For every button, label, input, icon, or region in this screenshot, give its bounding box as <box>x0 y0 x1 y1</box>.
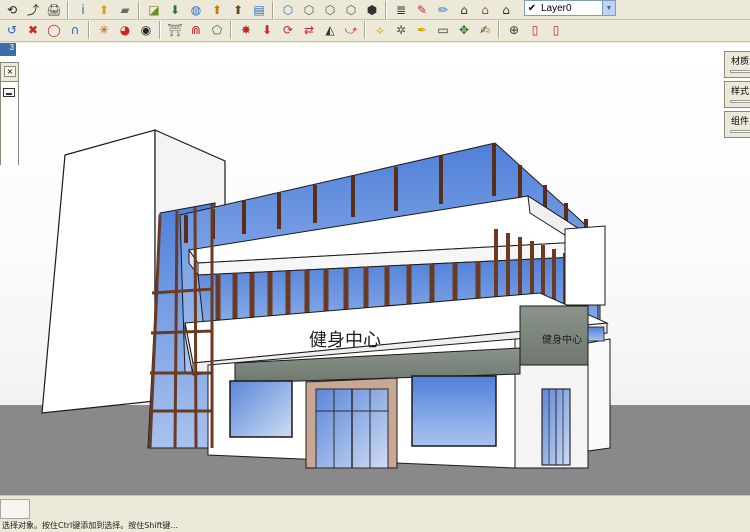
panel-tab[interactable]: 3 <box>0 43 16 56</box>
tray-tab-materials[interactable]: 材质 <box>724 51 750 78</box>
feather-icon[interactable]: ✒ <box>412 20 432 39</box>
layer-name: Layer0 <box>541 2 572 14</box>
house-icon[interactable]: ⌂ <box>454 0 474 19</box>
layer-dropdown[interactable]: ✔ Layer0 ▼ <box>524 0 616 16</box>
ellipse-icon[interactable]: ◯ <box>44 20 64 39</box>
pan-icon[interactable]: ⤴ <box>23 0 43 19</box>
move-down-icon[interactable]: ⬇ <box>165 0 185 19</box>
close-icon[interactable]: × <box>4 66 16 77</box>
tray-tab-label: 组件 <box>731 117 750 127</box>
arch-gate-icon[interactable]: ⛩ <box>165 20 185 39</box>
box-iso-icon[interactable]: ⬡ <box>278 0 298 19</box>
box-front-icon[interactable]: ⬡ <box>299 0 319 19</box>
tray-tab-bar <box>730 130 750 133</box>
rotate-arc-icon[interactable]: ↺ <box>2 20 22 39</box>
print-icon[interactable]: 🖨 <box>44 0 64 19</box>
chevron-down-icon[interactable]: ▼ <box>602 1 615 15</box>
layer-visible-check[interactable]: ✔ <box>525 3 539 14</box>
sparkle-icon[interactable]: ✲ <box>391 20 411 39</box>
follow-me-icon[interactable]: ✖ <box>23 20 43 39</box>
arch-icon[interactable]: ∩ <box>65 20 85 39</box>
paint-icon[interactable]: ▰ <box>115 0 135 19</box>
tray-tab-bar <box>730 100 750 103</box>
toolbar-separator <box>385 1 387 19</box>
cross-arrows-icon[interactable]: ✥ <box>454 20 474 39</box>
red-doc-icon[interactable]: ▯ <box>525 20 545 39</box>
box-back-icon[interactable]: ⬢ <box>362 0 382 19</box>
flip-icon[interactable]: ⇄ <box>299 20 319 39</box>
label-icon[interactable]: ▭ <box>433 20 453 39</box>
axes-icon[interactable]: ⟡ <box>370 20 390 39</box>
tray-tab-bar <box>730 70 750 73</box>
status-hint: 选择对象。按住Ctrl键添加到选择。按住Shift键... <box>2 521 179 530</box>
orbit-icon[interactable]: ⟲ <box>2 0 22 19</box>
building-sign-main: 健身中心 <box>309 330 381 351</box>
red-doc2-icon[interactable]: ▯ <box>546 20 566 39</box>
sphere-icon[interactable]: ◍ <box>186 0 206 19</box>
pencil-icon[interactable]: ✏ <box>433 0 453 19</box>
secondary-toolbar: ↺ ✖ ◯ ∩ ✳ ◕ ◉ ⛩ ⋒ ⬠ ✸ ⬇ ⟳ ⇄ ◭ ⤻ ⟡ ✲ ✒ ▭ ✥ ✍ ⊕ ▯ ▯ <box>0 20 750 42</box>
curl-icon[interactable]: ⤻ <box>341 20 361 39</box>
building-sign-side: 健身中心 <box>542 333 582 346</box>
toolbar-separator <box>230 21 232 39</box>
toolbar-separator <box>272 1 274 19</box>
star-red-icon[interactable]: ✸ <box>236 20 256 39</box>
export-icon[interactable]: ⬆ <box>94 0 114 19</box>
panel-icon <box>3 88 15 97</box>
main-toolbar: ⟲⤴🖨i⬆▰◪⬇◍⬆⬆▤⬡⬡⬡⬡⬢≣✎✏⌂⌂⌂⌂ <box>0 0 750 20</box>
toolbar-separator <box>67 1 69 19</box>
import-icon[interactable]: ⬆ <box>207 0 227 19</box>
magnet-icon[interactable]: ⋒ <box>186 20 206 39</box>
house-green-icon[interactable]: ⬠ <box>207 20 227 39</box>
status-bar: 选择对象。按住Ctrl键添加到选择。按住Shift键... <box>0 495 750 532</box>
tray-tab-styles[interactable]: 样式 <box>724 81 750 108</box>
toolbar-separator <box>138 1 140 19</box>
snowflake-icon[interactable]: ✳ <box>94 20 114 39</box>
tray-tab-components[interactable]: 组件 <box>724 111 750 138</box>
share-icon[interactable]: ⬆ <box>228 0 248 19</box>
stack-icon[interactable]: ▤ <box>249 0 269 19</box>
floating-panel[interactable]: × <box>0 62 19 165</box>
wheel-icon[interactable]: ◉ <box>136 20 156 39</box>
pen-tool-icon[interactable]: ✍ <box>475 20 495 39</box>
status-field <box>0 499 30 519</box>
toolbar-separator <box>498 21 500 39</box>
tray-tab-label: 样式 <box>731 87 750 97</box>
mirror-icon[interactable]: ◭ <box>320 20 340 39</box>
cycle-icon[interactable]: ⟳ <box>278 20 298 39</box>
push-pull-icon[interactable]: ⬇ <box>257 20 277 39</box>
info-icon[interactable]: i <box>73 0 93 19</box>
house-tall-icon[interactable]: ⌂ <box>475 0 495 19</box>
box-right-icon[interactable]: ⬡ <box>341 0 361 19</box>
panel-body <box>1 81 18 165</box>
sketchup-window: ⟲⤴🖨i⬆▰◪⬇◍⬆⬆▤⬡⬡⬡⬡⬢≣✎✏⌂⌂⌂⌂ ↺✖◯∩✳◕◉⛩⋒⬠✸⬇⟳⇄◭… <box>0 0 750 532</box>
tray-tab-label: 材质 <box>731 57 750 67</box>
modeling-viewport[interactable]: 健身中心 健身中心 × 材质 样式 组件 <box>0 43 750 495</box>
red-brush-icon[interactable]: ✎ <box>412 0 432 19</box>
toolbar-separator <box>88 21 90 39</box>
component-icon[interactable]: ◪ <box>144 0 164 19</box>
building-model[interactable]: 健身中心 健身中心 <box>0 43 750 495</box>
toolbar-separator <box>159 21 161 39</box>
box-top-icon[interactable]: ⬡ <box>320 0 340 19</box>
pie-icon[interactable]: ◕ <box>115 20 135 39</box>
house-small-icon[interactable]: ⌂ <box>496 0 516 19</box>
toolbar-separator <box>364 21 366 39</box>
layers-icon[interactable]: ≣ <box>391 0 411 19</box>
compass-icon[interactable]: ⊕ <box>504 20 524 39</box>
